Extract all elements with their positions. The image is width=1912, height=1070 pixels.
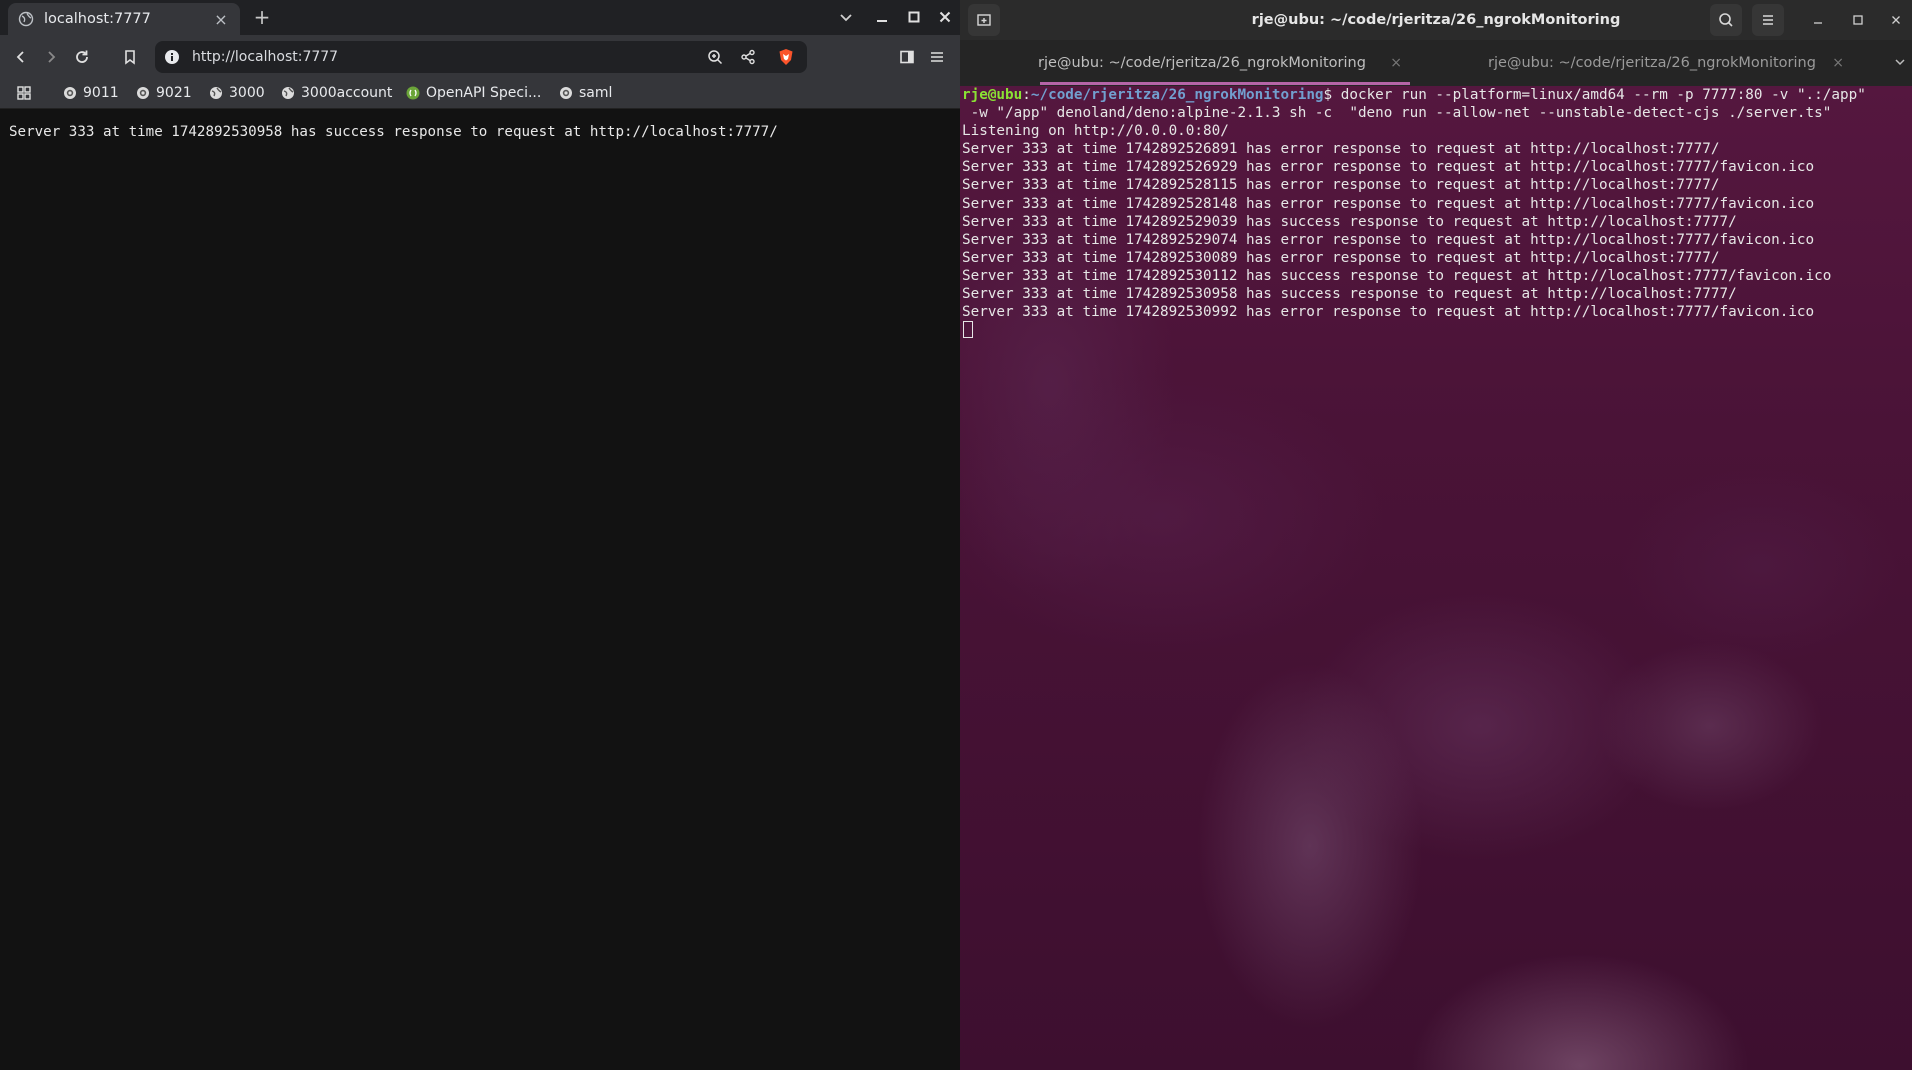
terminal-window: rje@ubu: ~/code/rjeritza/26_ngrokMonitor… [960, 0, 1912, 1070]
menu-icon[interactable] [924, 44, 950, 70]
search-icon[interactable] [1710, 4, 1742, 36]
close-icon[interactable]: × [1390, 55, 1402, 71]
maximize-icon[interactable] [1842, 4, 1874, 36]
prompt-user: rje@ubu [962, 87, 1023, 103]
bookmarks-bar: 9011 9021 3000 3000account OpenAPI Speci… [0, 77, 960, 109]
cursor-line [962, 321, 1910, 339]
chevron-down-icon[interactable] [1890, 46, 1910, 78]
bookmark-label: 9021 [156, 85, 192, 101]
prompt-path: ~/code/rjeritza/26_ngrokMonitoring [1030, 87, 1324, 103]
forward-icon[interactable] [38, 44, 64, 70]
terminal-headerbar: rje@ubu: ~/code/rjeritza/26_ngrokMonitor… [960, 0, 1912, 40]
output-line: Server 333 at time 1742892526891 has err… [962, 141, 1720, 158]
terminal-tab-1[interactable]: rje@ubu: ~/code/rjeritza/26_ngrokMonitor… [990, 46, 1414, 80]
tab-search-chevron-icon[interactable] [832, 4, 860, 30]
reload-icon[interactable] [69, 44, 95, 70]
close-icon[interactable]: × [1832, 55, 1844, 71]
bookmark-item-9021[interactable]: 9021 [136, 81, 192, 105]
close-tab-icon[interactable]: × [212, 10, 230, 29]
globe-icon [282, 87, 294, 99]
output-line: Listening on http://0.0.0.0:80/ [962, 123, 1229, 140]
share-icon[interactable] [739, 48, 757, 66]
command-line-2: -w "/app" denoland/deno:alpine-2.1.3 sh … [962, 105, 1832, 122]
terminal-tab-label: rje@ubu: ~/code/rjeritza/26_ngrokMonitor… [1488, 55, 1816, 71]
browser-window: localhost:7777 × + http://localhost:7777… [0, 0, 960, 1070]
brave-shields-icon[interactable] [777, 48, 795, 66]
output-line: Server 333 at time 1742892528148 has err… [962, 195, 1815, 212]
bookmark-label: OpenAPI Speci... [426, 85, 542, 101]
globe-icon [18, 11, 34, 27]
output-line: Server 333 at time 1742892530958 has suc… [962, 286, 1737, 303]
hamburger-menu-icon[interactable] [1752, 4, 1784, 36]
sidebar-icon[interactable] [894, 44, 920, 70]
bookmark-label: 9011 [83, 85, 119, 101]
back-icon[interactable] [8, 44, 34, 70]
output-line: Server 333 at time 1742892529074 has err… [962, 231, 1815, 248]
active-tab-indicator [1040, 82, 1410, 85]
globe-icon [64, 87, 76, 99]
command-line-1: rje@ubu:~/code/rjeritza/26_ngrokMonitori… [962, 86, 1910, 104]
maximize-icon[interactable] [900, 4, 928, 30]
globe-icon [560, 87, 572, 99]
output-line: Server 333 at time 1742892530112 has suc… [962, 267, 1832, 284]
terminal-tabbar: rje@ubu: ~/code/rjeritza/26_ngrokMonitor… [960, 40, 1912, 86]
bookmark-label: 3000 [229, 85, 265, 101]
bookmark-item-3000[interactable]: 3000 [209, 81, 265, 105]
minimize-icon[interactable] [868, 4, 896, 30]
terminal-cursor [963, 321, 973, 339]
bookmark-icon[interactable] [117, 44, 143, 70]
globe-icon [137, 87, 149, 99]
close-window-icon[interactable] [931, 4, 959, 30]
browser-tab-title: localhost:7777 [44, 11, 151, 27]
bookmark-item-9011[interactable]: 9011 [63, 81, 119, 105]
bookmark-item-openapi[interactable]: OpenAPI Speci... [406, 81, 541, 105]
bookmark-label: 3000account [301, 85, 393, 101]
command-text: $ docker run --platform=linux/amd64 --rm… [1323, 87, 1866, 103]
new-tab-button[interactable]: + [250, 5, 274, 29]
page-content: Server 333 at time 1742892530958 has suc… [0, 110, 960, 1070]
output-line: Server 333 at time 1742892528115 has err… [962, 177, 1720, 194]
url-input[interactable] [190, 41, 690, 73]
zoom-icon[interactable] [706, 48, 724, 66]
terminal-tab-label: rje@ubu: ~/code/rjeritza/26_ngrokMonitor… [1038, 55, 1366, 71]
server-response-text: Server 333 at time 1742892530958 has suc… [9, 124, 778, 140]
address-bar[interactable] [155, 41, 807, 73]
output-line: Server 333 at time 1742892529039 has suc… [962, 213, 1737, 230]
output-line: Server 333 at time 1742892530992 has err… [962, 304, 1815, 321]
terminal-tab-2[interactable]: rje@ubu: ~/code/rjeritza/26_ngrokMonitor… [1432, 46, 1872, 80]
openapi-icon [406, 86, 420, 100]
bookmark-item-saml[interactable]: saml [559, 81, 612, 105]
minimize-icon[interactable] [1802, 4, 1834, 36]
output-line: Server 333 at time 1742892530089 has err… [962, 249, 1720, 266]
site-info-icon[interactable] [163, 48, 181, 66]
output-line: Server 333 at time 1742892526929 has err… [962, 159, 1815, 176]
prompt-separator: : [1022, 87, 1031, 103]
browser-tabstrip: localhost:7777 × + [0, 0, 960, 35]
terminal-output[interactable]: rje@ubu:~/code/rjeritza/26_ngrokMonitori… [962, 86, 1910, 339]
bookmark-label: saml [579, 85, 613, 101]
apps-grid-icon[interactable] [16, 81, 32, 105]
close-window-icon[interactable] [1880, 4, 1912, 36]
bookmark-item-3000account[interactable]: 3000account [281, 81, 392, 105]
browser-tab[interactable]: localhost:7777 × [8, 3, 240, 35]
globe-icon [210, 87, 222, 99]
